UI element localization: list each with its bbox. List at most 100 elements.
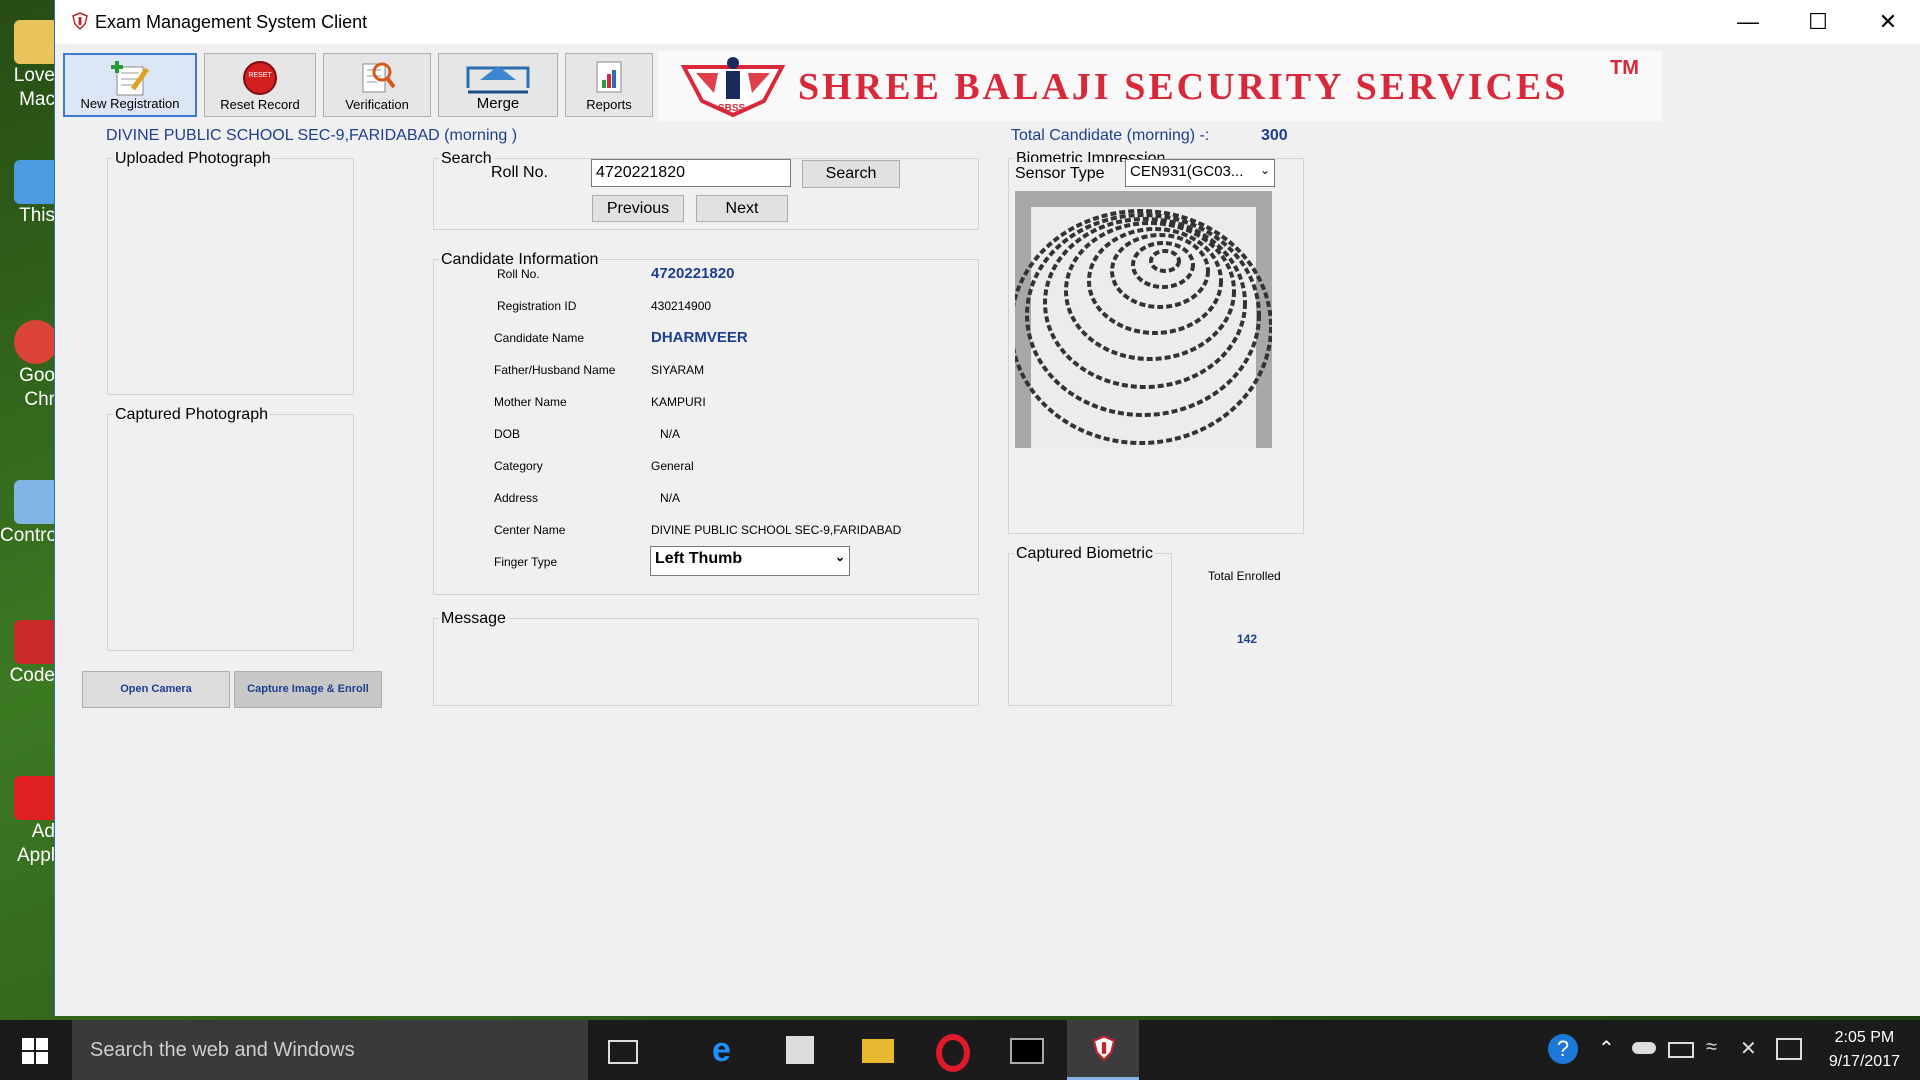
total-candidate-value: 300 [1261,127,1288,144]
dob-label: DOB [494,427,521,441]
window-title: Exam Management System Client [95,12,368,32]
total-candidate-label: Total Candidate (morning) -: [1011,127,1210,144]
clock-date: 9/17/2017 [1828,1053,1900,1070]
close-button[interactable]: ✕ [1853,0,1920,44]
report-chart-icon [596,61,622,93]
battery-icon[interactable] [1668,1042,1694,1058]
address-value: N/A [660,491,681,505]
message-group [433,618,979,706]
candidate-name-label: Candidate Name [494,331,585,345]
desktop-icon-code[interactable]: Code [0,620,58,688]
file-explorer-icon[interactable] [862,1039,894,1063]
onedrive-icon[interactable] [1632,1042,1656,1054]
captured-biometric-title: Captured Biometric [1014,545,1155,563]
reset-record-label: Reset Record [220,97,300,112]
desktop-icon-this-pc[interactable]: This [0,160,58,228]
search-button[interactable]: Search [802,160,900,188]
chrome-icon [14,320,58,364]
help-icon[interactable]: ? [1548,1034,1578,1064]
uploaded-photo-title: Uploaded Photograph [113,150,273,168]
desktop-icon-label: Chr [24,389,55,410]
captured-photo-title: Captured Photograph [113,406,270,424]
chevron-up-icon[interactable]: ⌃ [1598,1036,1615,1061]
father-name-label: Father/Husband Name [494,363,616,377]
desktop-icon-folder[interactable]: Love Mac [0,20,58,112]
center-name-value: DIVINE PUBLIC SCHOOL SEC-9,FARIDABAD [651,523,902,537]
merge-button[interactable]: Merge [438,53,558,117]
app-window: Exam Management System Client — ☐ ✕ New … [54,0,1920,1016]
roll-no-field-label: Roll No. [497,267,540,281]
desktop-icon-control-panel[interactable]: Contro [0,480,58,548]
desktop-icon-label: Mac [19,89,55,110]
reset-record-button[interactable]: RESET Reset Record [204,53,316,117]
center-name-label: Center Name [494,523,566,537]
folder-icon [14,20,58,64]
company-banner: SBSS SHREE BALAJI SECURITY SERVICES TM [658,51,1662,121]
finger-type-select[interactable]: Left Thumb ⌄ [650,546,850,576]
banner-trademark: TM [1610,57,1639,79]
fingerprint-image [1015,191,1272,448]
terminal-icon[interactable] [1010,1038,1044,1064]
taskbar: Search the web and Windows e ? ⌃ ≈ ✕ 2:0… [0,1020,1920,1080]
clock-time: 2:05 PM [1834,1029,1895,1046]
previous-button[interactable]: Previous [592,195,684,222]
merge-label: Merge [476,95,520,112]
sensor-type-label: Sensor Type [1015,165,1105,182]
logo-text: SBSS [718,103,746,114]
maximize-button[interactable]: ☐ [1783,0,1853,44]
magnifier-icon [362,62,396,93]
volume-muted-icon[interactable]: ✕ [1740,1036,1757,1061]
desktop-icon-chrome[interactable]: Goo Chr [0,320,58,412]
opera-icon[interactable] [936,1034,970,1072]
desktop-icon-label: Ad [31,821,55,842]
candidate-name-value: DHARMVEER [651,329,748,346]
center-header: DIVINE PUBLIC SCHOOL SEC-9,FARIDABAD (mo… [106,127,518,144]
category-label: Category [494,459,543,473]
taskbar-app-exam-client[interactable] [1067,1020,1139,1080]
windows-start-icon[interactable] [22,1038,48,1064]
reports-button[interactable]: Reports [565,53,653,117]
new-registration-label: New Registration [80,96,180,111]
capture-enroll-button[interactable]: Capture Image & Enroll [234,671,382,708]
computer-icon [14,160,58,204]
system-clock[interactable]: 2:05 PM 9/17/2017 [1829,1026,1900,1074]
uploaded-photo-group [107,158,354,395]
verification-label: Verification [345,97,409,112]
next-button[interactable]: Next [696,195,788,222]
store-icon[interactable] [786,1036,814,1064]
wifi-icon[interactable]: ≈ [1706,1036,1717,1059]
verification-button[interactable]: Verification [323,53,431,117]
new-registration-button[interactable]: New Registration [63,53,197,117]
open-camera-button[interactable]: Open Camera [82,671,230,708]
finger-type-value: Left Thumb [655,550,743,567]
fingerprint-icon [1015,191,1272,448]
app-logo-icon [1092,1035,1116,1062]
desktop-icon-label: Love [13,65,55,86]
taskbar-search-box[interactable]: Search the web and Windows [72,1020,588,1080]
captured-biometric-group [1008,553,1172,706]
sensor-type-select[interactable]: CEN931(GC03... ⌄ [1125,159,1275,187]
edge-browser-icon[interactable]: e [712,1033,744,1067]
merge-icon [466,66,530,94]
total-enrolled-label: Total Enrolled [1208,569,1281,583]
desktop-icon-label: Code [9,665,55,686]
desktop-icon-label: Contro [0,525,58,546]
mother-name-label: Mother Name [494,395,567,409]
registration-id-label: Registration ID [497,299,577,313]
notifications-icon[interactable] [1776,1038,1802,1060]
task-view-icon[interactable] [608,1040,638,1064]
banner-company-name: SHREE BALAJI SECURITY SERVICES [798,66,1569,108]
desktop-icon-label: Appl [16,845,55,866]
mother-name-value: KAMPURI [651,395,706,409]
reports-label: Reports [586,97,632,112]
desktop-icon-adobe[interactable]: Ad Appl [0,776,58,868]
registration-id-value: 430214900 [651,299,712,313]
minimize-button[interactable]: — [1713,0,1783,44]
captured-photo-group [107,414,354,651]
roll-no-input[interactable] [591,159,791,187]
desktop-icon-label: This [19,205,55,226]
search-group-title: Search [439,150,494,168]
roll-no-value: 4720221820 [651,265,735,282]
desktop-icon-label: Goo [19,365,55,386]
reset-badge-text: RESET [248,72,272,79]
